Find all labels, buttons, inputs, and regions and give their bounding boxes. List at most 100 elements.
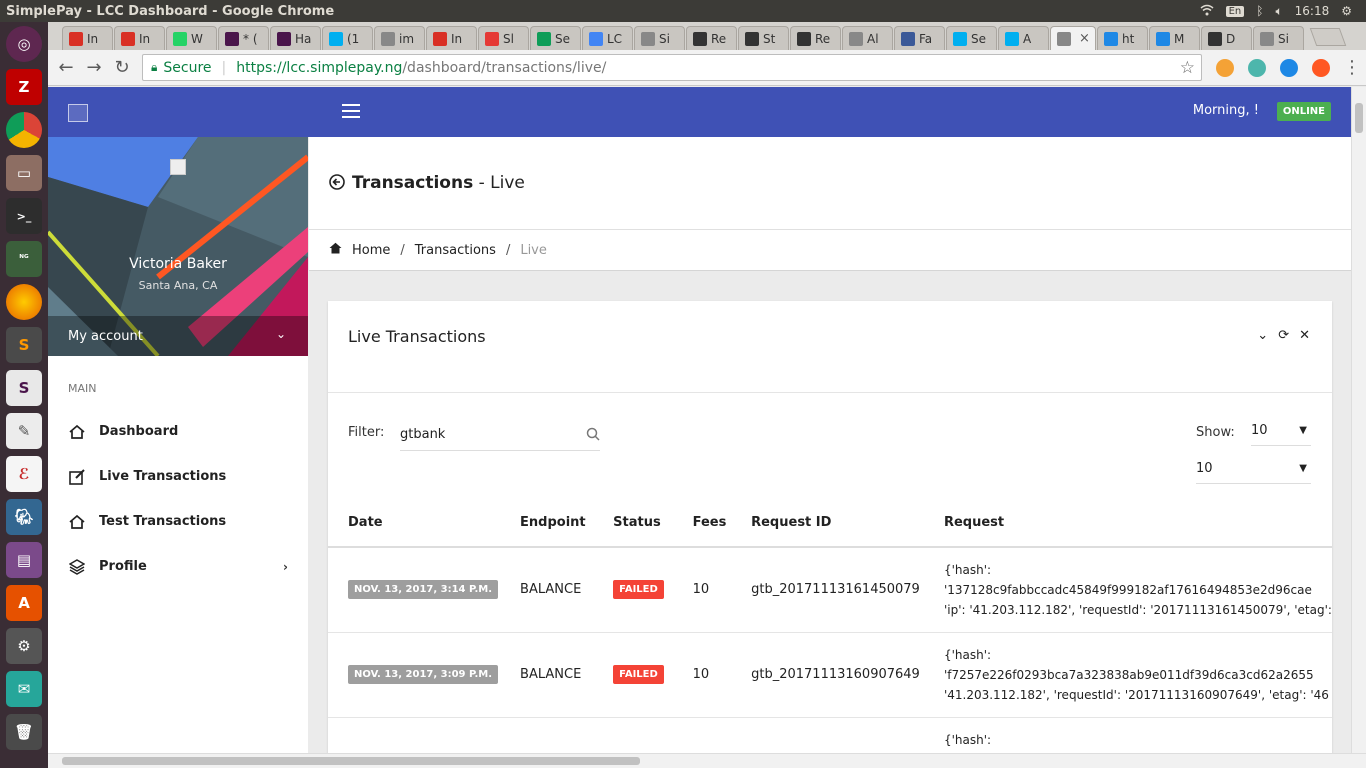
sidebar-item-profile[interactable]: Profile › — [48, 544, 308, 589]
search-icon[interactable] — [586, 426, 600, 445]
browser-tab[interactable]: Si — [634, 26, 685, 50]
keyboard-layout[interactable]: En — [1225, 5, 1245, 17]
browser-tab-active[interactable]: × — [1050, 26, 1096, 50]
filezilla-icon[interactable]: Z — [6, 69, 42, 105]
refresh-icon[interactable]: ⟳ — [1278, 328, 1289, 343]
clock[interactable]: 16:18 — [1295, 4, 1330, 18]
browser-tab[interactable]: Fa — [894, 26, 945, 50]
nav-section-title: MAIN — [68, 382, 97, 395]
sublime-text-icon[interactable]: S — [6, 327, 42, 363]
wifi-icon[interactable] — [1200, 4, 1214, 19]
extension-icon[interactable] — [1216, 58, 1234, 77]
browser-tab[interactable]: (1 — [322, 26, 373, 50]
system-settings-icon[interactable]: ⚙ — [6, 628, 42, 664]
avatar[interactable] — [170, 159, 186, 175]
d-icon — [1104, 31, 1118, 46]
browser-tab[interactable]: Se — [530, 26, 581, 50]
sidebar-item-test-transactions[interactable]: Test Transactions — [48, 499, 308, 544]
home-icon[interactable] — [329, 242, 342, 258]
browser-tab[interactable]: Si — [1253, 26, 1304, 50]
settings-gear-icon[interactable]: ⚙ — [1341, 4, 1352, 18]
my-account-toggle[interactable]: My account ⌄ — [48, 316, 308, 356]
browser-tab[interactable]: Se — [946, 26, 997, 50]
browser-tab[interactable]: A — [998, 26, 1049, 50]
browser-tab[interactable]: M — [1149, 26, 1200, 50]
column-header-request[interactable]: Request — [923, 499, 1332, 548]
browser-tab[interactable]: Ha — [270, 26, 321, 50]
mail-icon[interactable]: ✉ — [6, 671, 42, 707]
table-row[interactable]: NOV. 13, 2017, 3:09 P.M. BALANCE FAILED … — [328, 632, 1332, 718]
edit-icon — [68, 468, 86, 486]
browser-tab[interactable]: St — [738, 26, 789, 50]
browser-tab[interactable]: In — [62, 26, 113, 50]
browser-tab[interactable]: D — [1201, 26, 1252, 50]
breadcrumb-home[interactable]: Home — [352, 243, 390, 258]
filter-input[interactable] — [400, 419, 570, 449]
page-viewport: Morning, ! ONLINE Victoria Baker Santa A… — [48, 87, 1351, 753]
column-header-status[interactable]: Status — [593, 499, 673, 548]
page-size-select[interactable]: 10 ▼ — [1196, 454, 1311, 484]
back-arrow-icon[interactable]: ← — [52, 57, 80, 78]
breadcrumb-transactions[interactable]: Transactions — [415, 243, 496, 258]
column-header-fees[interactable]: Fees — [672, 499, 732, 548]
browser-tab[interactable]: im — [374, 26, 425, 50]
browser-tab[interactable]: W — [166, 26, 217, 50]
show-select-value: 10 — [1251, 423, 1268, 438]
browser-tab[interactable]: In — [114, 26, 165, 50]
browser-tab[interactable]: ht — [1097, 26, 1148, 50]
browser-tab[interactable]: In — [426, 26, 477, 50]
sidebar-item-dashboard[interactable]: Dashboard — [48, 409, 308, 454]
postgresql-icon[interactable]: 🐘︎ — [6, 499, 42, 535]
new-tab-button[interactable] — [1309, 28, 1347, 46]
volume-icon[interactable]: 🔈︎ — [1275, 4, 1282, 19]
extension-icon[interactable] — [1248, 58, 1266, 77]
terminal-icon[interactable]: >_ — [6, 198, 42, 234]
slack-icon[interactable]: S — [6, 370, 42, 406]
back-circle-icon[interactable] — [329, 174, 345, 190]
chrome-icon[interactable] — [6, 112, 42, 148]
chrome-menu-icon[interactable]: ⋮ — [1338, 57, 1366, 78]
extension-icon[interactable] — [1280, 58, 1298, 77]
close-icon[interactable]: ✕ — [1299, 328, 1310, 343]
forward-arrow-icon[interactable]: → — [80, 57, 108, 78]
scrollbar-thumb[interactable] — [1355, 103, 1363, 133]
column-header-endpoint[interactable]: Endpoint — [500, 499, 594, 548]
horizontal-scrollbar[interactable] — [48, 753, 1366, 768]
vertical-scrollbar[interactable] — [1351, 87, 1366, 753]
workspace-icon[interactable]: ▤ — [6, 542, 42, 578]
browser-tab[interactable]: Re — [790, 26, 841, 50]
reload-icon[interactable]: ↻ — [108, 57, 136, 78]
table-row[interactable]: {'hash': — [328, 717, 1332, 753]
browser-tab[interactable]: LC — [582, 26, 633, 50]
browser-tab[interactable]: * ( — [218, 26, 269, 50]
text-editor-icon[interactable]: ✎ — [6, 413, 42, 449]
file-manager-icon[interactable]: ▭ — [6, 155, 42, 191]
extension-icon[interactable] — [1312, 58, 1330, 77]
column-header-date[interactable]: Date — [328, 499, 501, 548]
pdf-reader-icon[interactable]: ℰ — [6, 456, 42, 492]
bookmark-star-icon[interactable]: ☆ — [1180, 58, 1195, 78]
page-icon — [849, 31, 863, 46]
table-row[interactable]: NOV. 13, 2017, 3:14 P.M. BALANCE FAILED … — [328, 547, 1332, 633]
hamburger-menu-icon[interactable] — [342, 104, 360, 118]
show-select[interactable]: 10 ▼ — [1251, 416, 1311, 446]
column-header-request-id[interactable]: Request ID — [731, 499, 924, 548]
address-bar[interactable]: 🔒︎ Secure | https://lcc.simplepay.ng /da… — [142, 54, 1202, 81]
greeting-text[interactable]: Morning, ! — [1193, 103, 1259, 118]
trash-icon[interactable]: 🗑︎ — [6, 714, 42, 750]
close-tab-icon[interactable]: × — [1079, 31, 1090, 46]
filter-field[interactable] — [400, 419, 600, 451]
browser-tab[interactable]: Sl — [478, 26, 529, 50]
omnibox-separator: | — [221, 59, 227, 76]
software-center-icon[interactable]: A — [6, 585, 42, 621]
sidebar-item-live-transactions[interactable]: Live Transactions — [48, 454, 308, 499]
scrollbar-thumb[interactable] — [62, 757, 640, 765]
collapse-chevron-icon[interactable]: ⌄ — [1257, 328, 1268, 343]
firefox-icon[interactable] — [6, 284, 42, 320]
brand-logo[interactable] — [68, 104, 88, 122]
system-monitor-icon[interactable]: ᴺᴳ — [6, 241, 42, 277]
bluetooth-icon[interactable]: ᛒ — [1256, 4, 1263, 18]
ubuntu-logo-icon[interactable]: ◎ — [6, 26, 42, 62]
browser-tab[interactable]: Re — [686, 26, 737, 50]
browser-tab[interactable]: Al — [842, 26, 893, 50]
